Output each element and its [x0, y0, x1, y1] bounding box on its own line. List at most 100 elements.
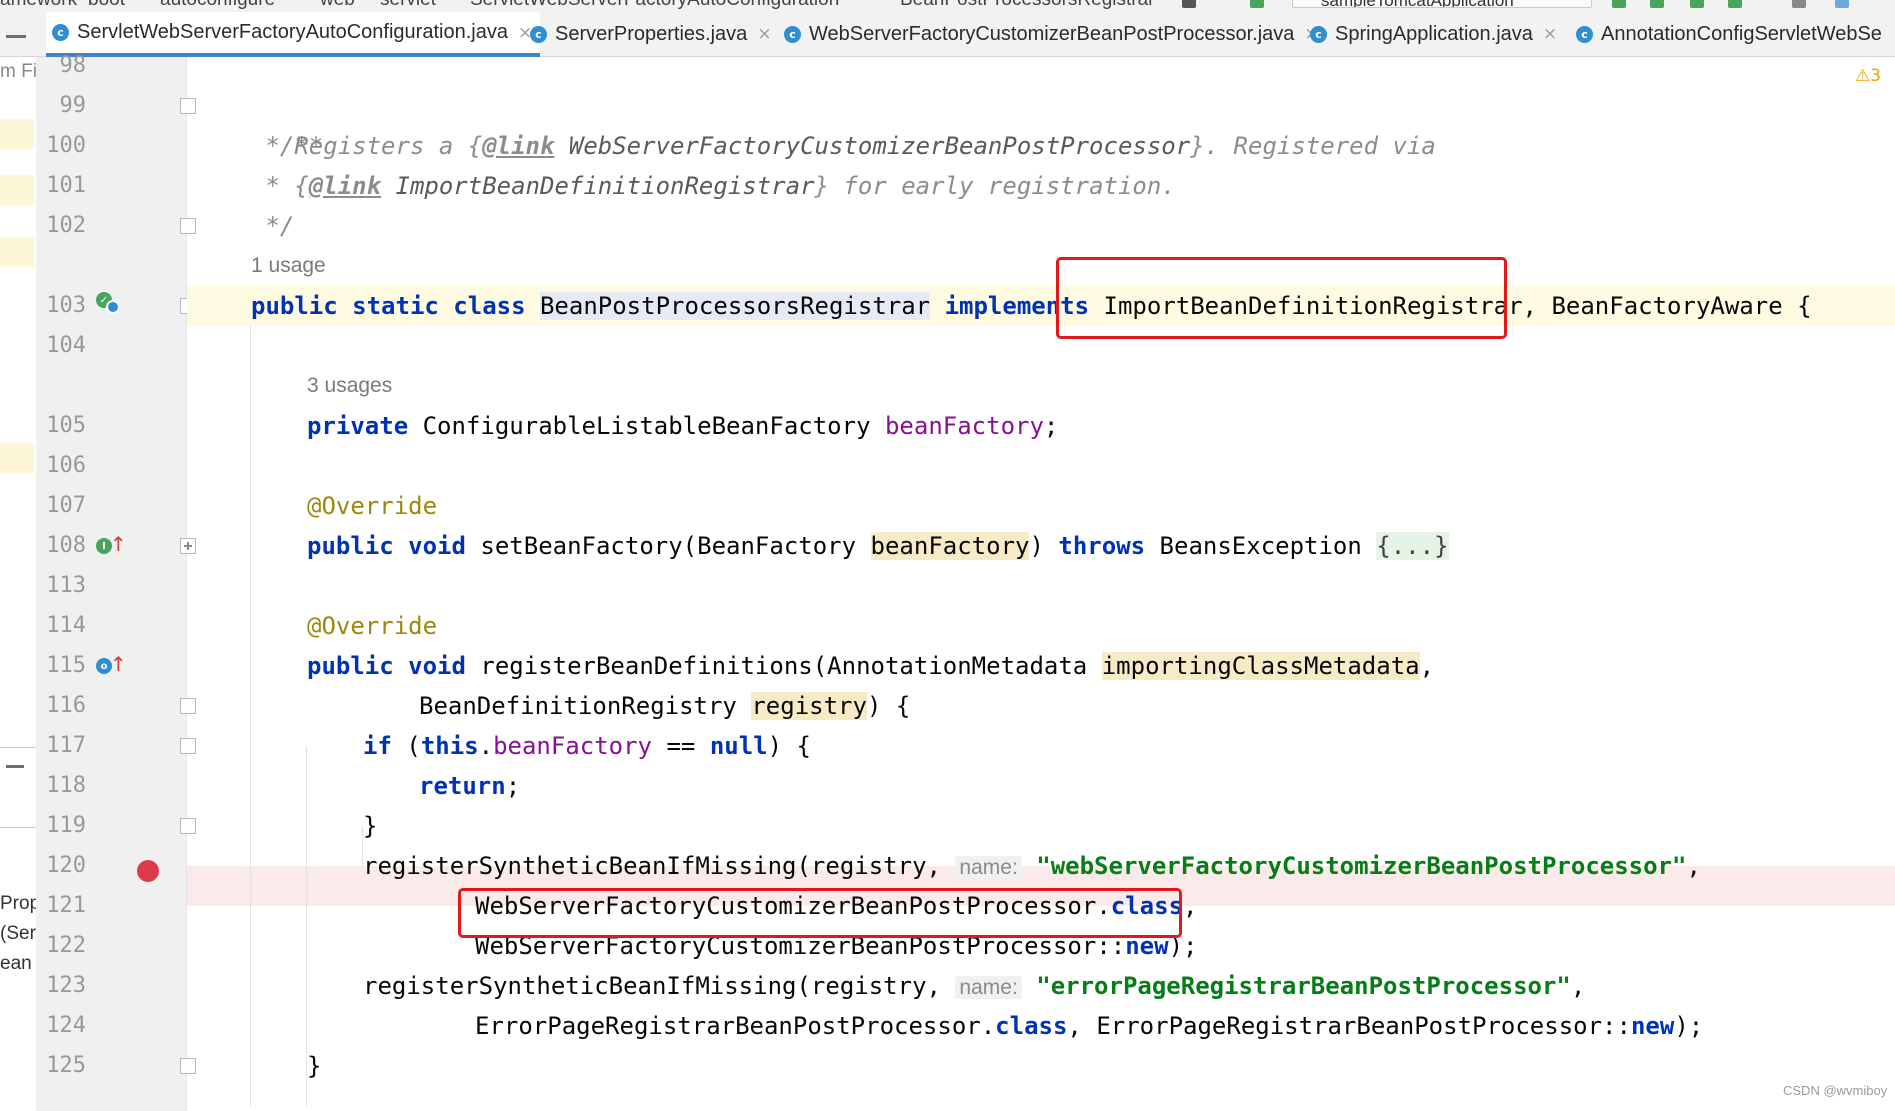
collapse-panel-icon[interactable]	[6, 35, 26, 38]
line-number: 124	[46, 1013, 86, 1038]
tab-web-server-factory-customizer-bean-post-processor[interactable]: c WebServerFactoryCustomizerBeanPostProc…	[784, 12, 1319, 56]
tab-server-properties[interactable]: c ServerProperties.java ×	[530, 12, 772, 56]
code-line-116: BeanDefinitionRegistry registry) {	[419, 692, 911, 720]
line-number: 101	[46, 173, 86, 198]
line-number: 105	[46, 413, 86, 438]
code-line-102: */	[251, 212, 295, 240]
warning-icon: ⚠	[1855, 66, 1871, 86]
code-line-100: * Registers a {@link WebServerFactoryCus…	[251, 132, 1436, 160]
code-line-122: WebServerFactoryCustomizerBeanPostProces…	[475, 932, 1198, 960]
vcs-icon[interactable]	[1835, 0, 1849, 8]
line-number: 102	[46, 213, 86, 238]
code-line-118: return;	[419, 772, 521, 800]
line-number: 98	[59, 53, 87, 78]
usage-hint[interactable]: 1 usage	[251, 246, 326, 286]
folded-block[interactable]: {...}	[1376, 532, 1449, 560]
breakpoint-icon[interactable]	[137, 860, 159, 882]
line-number: 100	[46, 133, 86, 158]
code-line-114: @Override	[307, 612, 438, 640]
code-line-120: registerSyntheticBeanIfMissing(registry,…	[363, 852, 1701, 880]
coverage-icon[interactable]	[1690, 0, 1704, 8]
stop-icon[interactable]	[1792, 0, 1806, 8]
line-number: 103	[46, 293, 86, 318]
line-number: 108	[46, 533, 86, 558]
parameter-name-hint: name:	[955, 976, 1022, 999]
profile-icon[interactable]	[1728, 0, 1742, 8]
project-panel-edge: m Fi Prop (Serv ean	[0, 57, 37, 1111]
inspection-warning[interactable]: ⚠3	[1855, 66, 1881, 86]
parameter-name-hint: name:	[955, 856, 1022, 879]
line-number: 107	[46, 493, 86, 518]
panel-text-fragment: (Serv	[0, 923, 36, 944]
code-line-125: }	[307, 1052, 322, 1080]
breadcrumb-item[interactable]: web	[320, 0, 355, 10]
usage-hint[interactable]: 3 usages	[307, 366, 392, 406]
tab-label: SpringApplication.java	[1335, 22, 1533, 45]
breadcrumb-item[interactable]: ServletWebServerFactoryAutoConfiguration	[470, 0, 839, 10]
run-configuration-select[interactable]: sampleTomcatApplication	[1292, 0, 1592, 8]
java-class-icon: c	[530, 25, 547, 43]
line-number: 115	[46, 653, 86, 678]
indent-guide	[250, 326, 251, 1106]
breadcrumb-item[interactable]: boot	[88, 0, 125, 10]
java-class-icon: c	[1310, 25, 1327, 43]
panel-highlight	[0, 237, 34, 267]
line-number: 121	[46, 893, 86, 918]
line-number: 119	[46, 813, 86, 838]
watermark: CSDN @wvmiboy	[1783, 1083, 1888, 1098]
override-arrow-icon[interactable]: ↑	[110, 534, 127, 554]
tab-label: ServerProperties.java	[555, 22, 748, 45]
panel-label-fragment: m Fi	[0, 61, 37, 82]
code-line-119: }	[363, 812, 378, 840]
code-line-121: WebServerFactoryCustomizerBeanPostProces…	[475, 892, 1198, 920]
breadcrumb-item[interactable]: servlet	[380, 0, 436, 10]
editor-tab-bar: c ServletWebServerFactoryAutoConfigurati…	[0, 12, 1895, 57]
tab-label: AnnotationConfigServletWebSe	[1601, 22, 1882, 45]
back-arrow-icon[interactable]	[1250, 0, 1264, 8]
code-line-124: ErrorPageRegistrarBeanPostProcessor.clas…	[475, 1012, 1704, 1040]
code-line-101: * {@link ImportBeanDefinitionRegistrar} …	[251, 172, 1176, 200]
panel-highlight	[0, 119, 34, 149]
breadcrumb-item[interactable]: autoconfigure	[160, 0, 275, 10]
line-number: 113	[46, 573, 86, 598]
panel-divider	[0, 827, 36, 828]
code-line-108: public void setBeanFactory(BeanFactory b…	[307, 532, 1449, 560]
code-line-103: public static class BeanPostProcessorsRe…	[251, 292, 1812, 320]
line-number: 120	[46, 853, 86, 878]
code-line-105: private ConfigurableListableBeanFactory …	[307, 412, 1059, 440]
collapse-panel-icon[interactable]	[6, 765, 24, 768]
line-number: 116	[46, 693, 86, 718]
close-icon[interactable]: ×	[757, 24, 771, 44]
tab-annotation-config-servlet-web-server[interactable]: c AnnotationConfigServletWebSe	[1576, 12, 1882, 56]
line-number: 106	[46, 453, 86, 478]
line-number: 118	[46, 773, 86, 798]
tab-servlet-web-server-factory-auto-configuration[interactable]: c ServletWebServerFactoryAutoConfigurati…	[46, 12, 541, 57]
line-number: 99	[59, 93, 87, 118]
search-icon[interactable]	[106, 300, 120, 314]
line-number: 114	[46, 613, 86, 638]
line-number: 104	[46, 333, 86, 358]
tab-label: ServletWebServerFactoryAutoConfiguration…	[77, 21, 508, 43]
run-icon[interactable]	[1612, 0, 1626, 8]
panel-text-fragment: ean	[0, 953, 32, 974]
java-class-icon: c	[784, 25, 801, 43]
breadcrumb-item[interactable]: BeanPostProcessorsRegistrar	[900, 0, 1155, 10]
tab-spring-application[interactable]: c SpringApplication.java ×	[1310, 12, 1557, 56]
java-class-icon: c	[52, 24, 69, 41]
panel-divider	[0, 747, 36, 748]
java-class-icon: c	[1576, 25, 1593, 43]
tab-label: WebServerFactoryCustomizerBeanPostProces…	[809, 22, 1295, 45]
line-number: 125	[46, 1053, 86, 1078]
structure-icon[interactable]	[1182, 0, 1196, 8]
code-line-107: @Override	[307, 492, 438, 520]
close-icon[interactable]: ×	[1543, 24, 1557, 44]
code-line-123: registerSyntheticBeanIfMissing(registry,…	[363, 972, 1586, 1000]
code-line-117: if (this.beanFactory == null) {	[363, 732, 811, 760]
line-number: 122	[46, 933, 86, 958]
panel-highlight	[0, 443, 34, 473]
debug-icon[interactable]	[1650, 0, 1664, 8]
breadcrumb-item[interactable]: amework	[0, 0, 77, 10]
code-line-115: public void registerBeanDefinitions(Anno…	[307, 652, 1435, 680]
override-arrow-icon[interactable]: ↑	[110, 654, 127, 674]
line-number: 123	[46, 973, 86, 998]
